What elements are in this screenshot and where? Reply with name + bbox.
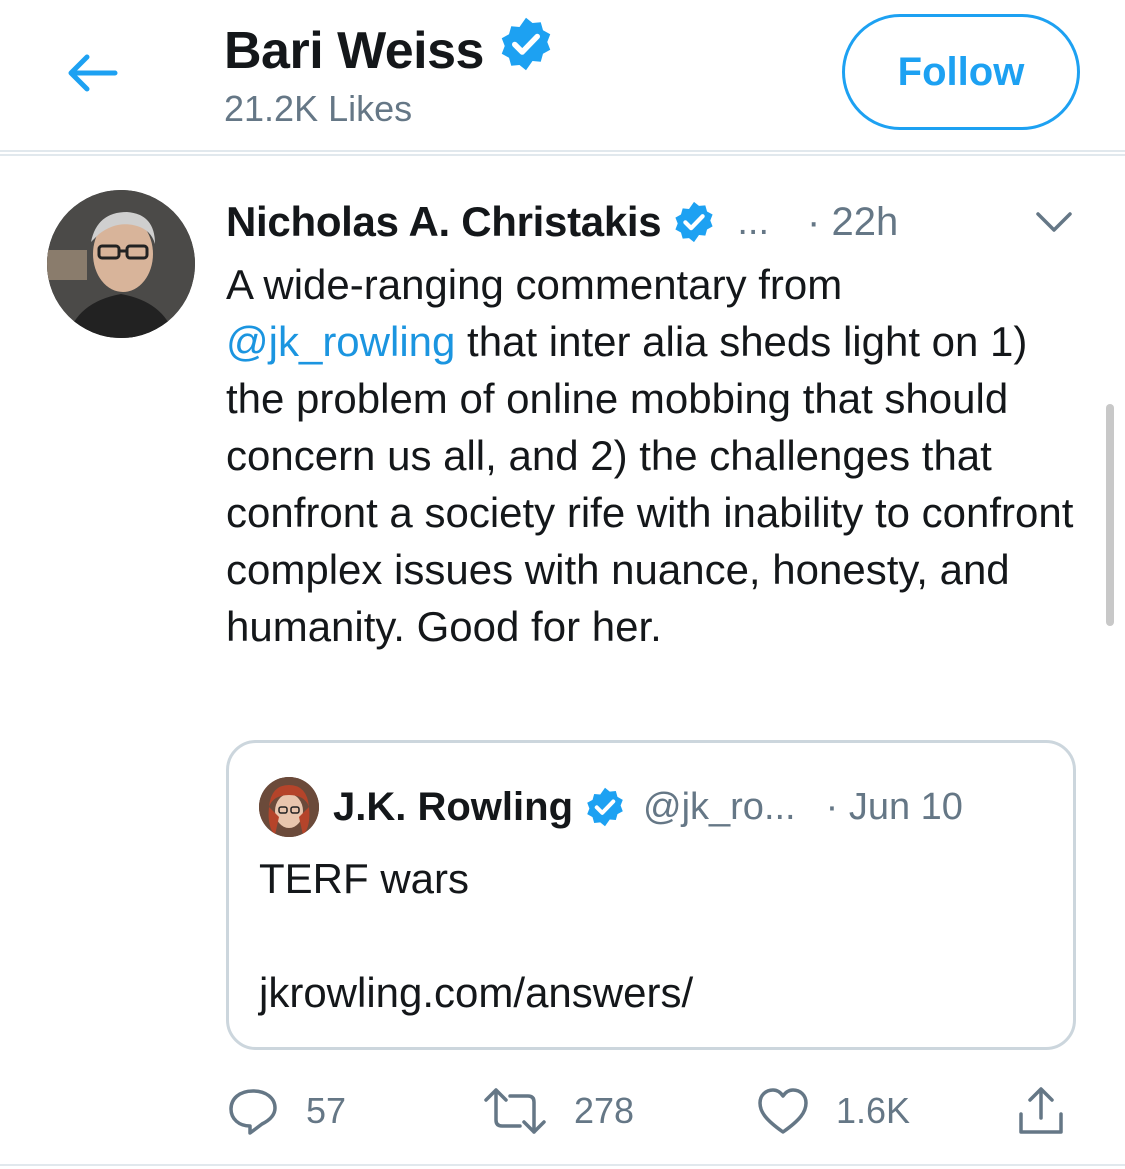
tweet-text-part: A wide-ranging commentary from <box>226 261 843 308</box>
retweet-count: 278 <box>574 1090 635 1131</box>
tweet[interactable]: Nicholas A. Christakis ... · 22h A wide-… <box>0 156 1125 1169</box>
likes-count: 21.2K Likes <box>224 88 413 129</box>
mention-link[interactable]: @jk_rowling <box>226 318 455 365</box>
heart-icon <box>758 1088 808 1134</box>
like-button[interactable]: 1.6K <box>756 1076 910 1146</box>
tweet-text-part: that inter alia sheds light on 1) the pr… <box>226 318 1074 650</box>
quoted-author-handle: @jk_ro... <box>643 785 796 828</box>
verified-badge-icon <box>671 199 717 245</box>
quoted-tweet-text: TERF wars <box>259 855 469 902</box>
retweet-button[interactable]: 278 <box>482 1076 634 1146</box>
reply-button[interactable]: 57 <box>226 1076 346 1146</box>
share-button[interactable] <box>1016 1076 1066 1146</box>
author-name[interactable]: Nicholas A. Christakis <box>226 198 662 246</box>
quoted-author-name: J.K. Rowling <box>333 784 573 829</box>
profile-name: Bari Weiss <box>224 21 484 80</box>
follow-button[interactable]: Follow <box>842 14 1080 130</box>
back-arrow-icon <box>68 54 118 92</box>
bottom-divider <box>0 1164 1125 1166</box>
page-title: Bari Weiss <box>224 14 556 87</box>
share-icon <box>1019 1087 1063 1134</box>
like-count: 1.6K <box>836 1090 911 1131</box>
avatar[interactable] <box>47 190 195 338</box>
verified-badge-icon <box>496 14 556 87</box>
back-button[interactable] <box>62 48 122 98</box>
tweet-header: Nicholas A. Christakis ... · 22h <box>226 194 1086 250</box>
scrollbar[interactable] <box>1106 404 1114 626</box>
tweet-time[interactable]: · 22h <box>807 200 898 245</box>
tweet-text: A wide-ranging commentary from @jk_rowli… <box>226 256 1076 655</box>
reply-icon <box>229 1089 277 1135</box>
quoted-tweet-time: · Jun 10 <box>825 785 963 828</box>
reply-count: 57 <box>306 1090 347 1131</box>
profile-header: Bari Weiss 21.2K Likes Follow <box>0 0 1125 150</box>
avatar[interactable] <box>259 777 319 837</box>
author-handle[interactable]: ... <box>737 201 769 244</box>
tweet-actions: 57 278 1.6K <box>226 1076 1086 1146</box>
quoted-tweet[interactable]: J.K. Rowling @jk_ro... · Jun 10 TERF war… <box>226 740 1076 1050</box>
quoted-tweet-header: J.K. Rowling @jk_ro... · Jun 10 <box>333 779 1053 835</box>
chevron-down-icon[interactable] <box>1032 202 1076 247</box>
quoted-tweet-link[interactable]: jkrowling.com/answers/ <box>259 969 693 1017</box>
verified-badge-icon <box>583 785 627 829</box>
retweet-icon <box>484 1088 546 1134</box>
